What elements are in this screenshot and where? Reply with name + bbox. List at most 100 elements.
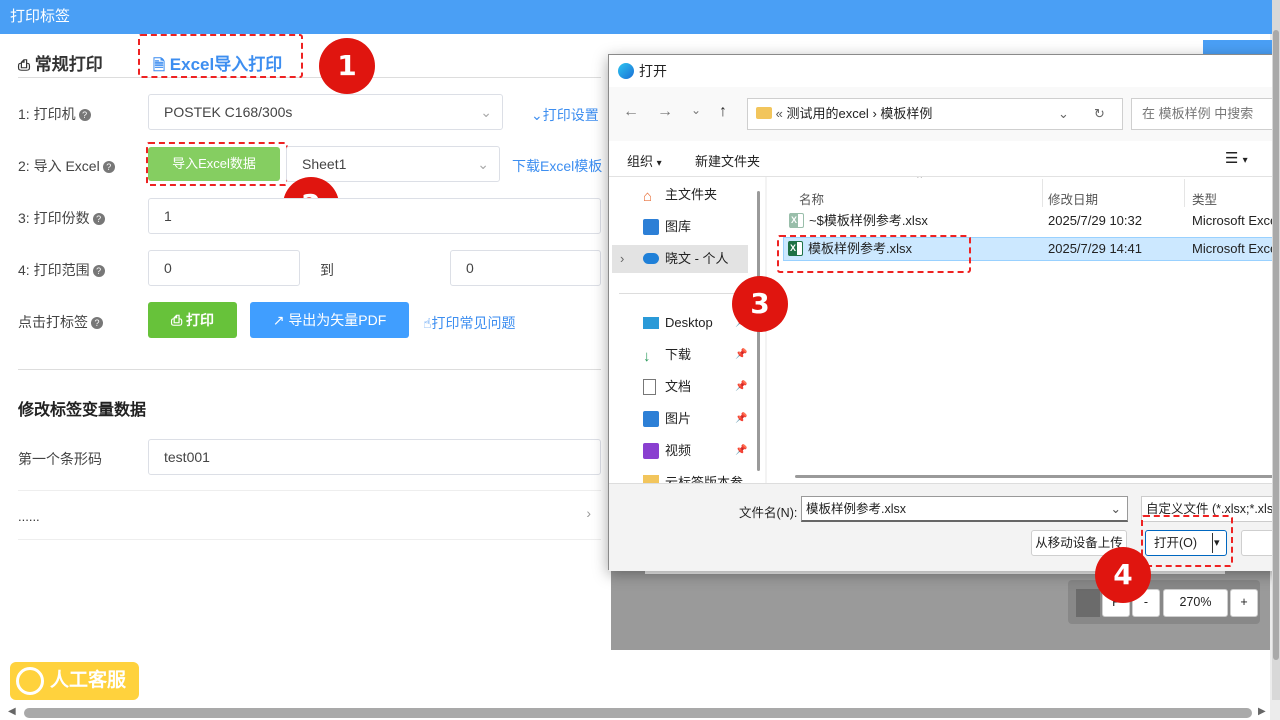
export-arrow-icon: ↗: [272, 312, 285, 328]
highlight-box-3: [777, 235, 971, 273]
download-icon: ↓: [643, 348, 651, 365]
nav-pictures[interactable]: 图片 📌: [609, 405, 757, 433]
color-swatch[interactable]: [1076, 589, 1100, 617]
picture-icon: [643, 411, 659, 427]
help-icon: ?: [78, 109, 91, 121]
home-icon: ⌂: [643, 188, 653, 205]
view-menu-icon[interactable]: ☰ ▾: [1225, 149, 1248, 167]
variables-section-title: 修改标签变量数据: [18, 402, 147, 419]
print-button[interactable]: ⎙ 打印: [148, 302, 237, 338]
highlight-box-1: [138, 34, 303, 78]
dialog-titlebar: 打开: [609, 55, 1280, 87]
filename-value: 模板样例参考.xlsx: [806, 502, 907, 516]
nav-documents[interactable]: 文档 📌: [609, 373, 757, 401]
column-header-date[interactable]: 修改日期: [1048, 189, 1098, 208]
dialog-toolbar: 组织 ▾ 新建文件夹 ☰ ▾: [609, 141, 1280, 177]
tab-bar: ⎙ 常规打印 🗎 Excel导入打印: [18, 44, 601, 78]
range-from-input[interactable]: 0: [148, 250, 300, 286]
cloud-icon: [643, 253, 659, 264]
filename-input[interactable]: 模板样例参考.xlsx ⌄: [801, 496, 1128, 522]
range-label: 4: 打印范围?: [18, 260, 105, 280]
column-divider: [1042, 179, 1043, 207]
document-icon: [643, 379, 656, 395]
chevron-right-icon: ›: [586, 505, 591, 521]
highlight-box-4: [1141, 515, 1233, 567]
breadcrumb-item[interactable]: 测试用的excel: [786, 106, 868, 121]
edge-icon: [618, 63, 634, 79]
zoom-in-button[interactable]: +: [1230, 589, 1258, 617]
faq-link[interactable]: ☝打印常见问题: [423, 313, 516, 333]
printer-icon: ⎙: [170, 312, 183, 328]
nav-home[interactable]: ⌂ 主文件夹: [609, 181, 757, 209]
barcode-input[interactable]: test001: [148, 439, 601, 475]
open-file-dialog: 打开 ← → ⌄ ↑ « 测试用的excel › 模板样例 ⌄ ↻ 在 模板样例…: [608, 54, 1280, 571]
printer-select[interactable]: POSTEK C168/300s ⌄: [148, 94, 503, 130]
chevron-down-icon[interactable]: ⌄: [1058, 99, 1069, 129]
back-arrow-icon[interactable]: ←: [623, 103, 639, 121]
chevron-down-icon[interactable]: ⌄: [1111, 497, 1121, 521]
chevron-right-icon: ›: [620, 251, 625, 266]
nav-gallery[interactable]: 图库: [609, 213, 757, 241]
barcode-label: 第一个条形码: [18, 451, 102, 467]
range-to-input[interactable]: 0: [450, 250, 601, 286]
search-input[interactable]: 在 模板样例 中搜索: [1131, 98, 1280, 130]
horizontal-scrollbar[interactable]: [795, 475, 1280, 478]
scroll-thumb[interactable]: [1273, 30, 1279, 660]
chevron-down-icon[interactable]: ⌄: [691, 103, 701, 117]
more-text: ......: [18, 509, 40, 524]
tab-normal-print[interactable]: ⎙ 常规打印: [18, 50, 103, 75]
excel-file-icon: [789, 213, 804, 228]
refresh-icon[interactable]: ↻: [1094, 99, 1105, 129]
file-row[interactable]: ~$模板样例参考.xlsx 2025/7/29 10:32 Microsoft …: [783, 209, 1280, 233]
nav-cloud-folder[interactable]: 云标签版本参: [609, 469, 757, 483]
pin-icon[interactable]: 📌: [735, 341, 747, 369]
column-header-type[interactable]: 类型: [1192, 189, 1217, 208]
label-preview-area: F - 270% +: [611, 562, 1270, 650]
sheet-select[interactable]: Sheet1 ⌄: [286, 146, 500, 182]
export-pdf-button[interactable]: ↗ 导出为矢量PDF: [250, 302, 409, 338]
dialog-title: 打开: [639, 63, 667, 79]
page-horizontal-scrollbar[interactable]: [24, 708, 1252, 718]
step-badge-4: 4: [1095, 547, 1151, 603]
pin-icon[interactable]: 📌: [735, 373, 747, 401]
more-row[interactable]: ...... ›: [18, 490, 601, 540]
nav-downloads[interactable]: ↓ 下载 📌: [609, 341, 757, 369]
download-template-link[interactable]: 下载Excel模板: [512, 156, 602, 176]
click-label: 点击打标签?: [18, 312, 103, 332]
range-to-text: 到: [320, 262, 334, 278]
forward-arrow-icon[interactable]: →: [657, 103, 673, 121]
address-bar[interactable]: « 测试用的excel › 模板样例 ⌄ ↻: [747, 98, 1123, 130]
scroll-right-arrow-icon[interactable]: ▶: [1258, 706, 1266, 717]
nav-videos[interactable]: 视频 📌: [609, 437, 757, 465]
new-folder-button[interactable]: 新建文件夹: [695, 151, 760, 170]
help-icon: ?: [92, 213, 105, 225]
copies-input[interactable]: 1: [148, 198, 601, 234]
organize-menu[interactable]: 组织 ▾: [627, 151, 662, 170]
tab-normal-label: 常规打印: [34, 55, 103, 74]
chevron-down-icon: ⌄: [531, 107, 543, 123]
navigation-pane: ⌂ 主文件夹 图库 › 晓文 - 个人 Desktop 📌 ↓ 下载 📌 文档 …: [609, 177, 765, 483]
printer-select-value: POSTEK C168/300s: [164, 104, 293, 120]
nav-personal-cloud[interactable]: › 晓文 - 个人: [612, 245, 748, 273]
customer-service-button[interactable]: 人工客服: [10, 662, 139, 700]
highlight-box-2: [146, 142, 288, 186]
column-header-name[interactable]: 名称: [799, 189, 824, 208]
chevron-down-icon: ⌄: [477, 156, 489, 172]
help-icon: ?: [102, 161, 115, 173]
dialog-navbar: ← → ⌄ ↑ « 测试用的excel › 模板样例 ⌄ ↻ 在 模板样例 中搜…: [609, 87, 1280, 141]
pin-icon[interactable]: 📌: [735, 405, 747, 433]
zoom-level: 270%: [1163, 589, 1228, 617]
file-list-pane: ⌃ 名称 修改日期 类型 ~$模板样例参考.xlsx 2025/7/29 10:…: [767, 177, 1280, 483]
pin-icon[interactable]: 📌: [735, 437, 747, 465]
sheet-select-value: Sheet1: [302, 156, 347, 172]
sort-indicator-icon: ⌃: [915, 177, 925, 186]
print-settings-link[interactable]: ⌄打印设置: [531, 105, 599, 125]
scroll-left-arrow-icon[interactable]: ◀: [8, 706, 16, 717]
help-icon: ?: [91, 317, 103, 329]
page-vertical-scrollbar[interactable]: [1272, 0, 1280, 700]
step-badge-3: 3: [732, 276, 788, 332]
breadcrumb-item[interactable]: 模板样例: [880, 106, 932, 121]
up-arrow-icon[interactable]: ↑: [719, 103, 727, 121]
hand-pointer-icon: ☝: [423, 315, 432, 331]
window-title: 打印标签: [0, 0, 1280, 34]
